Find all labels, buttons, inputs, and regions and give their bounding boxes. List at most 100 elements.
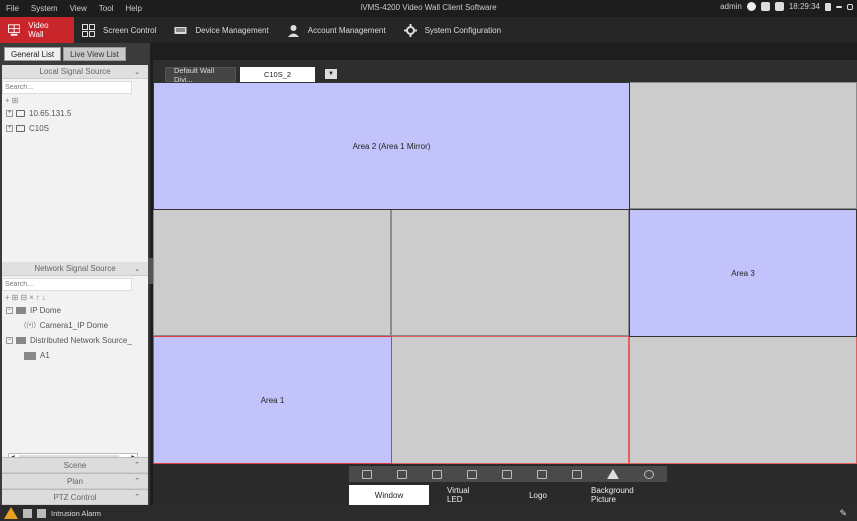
device-icon: [16, 110, 25, 117]
layer-down-icon[interactable]: [501, 469, 512, 479]
area-2[interactable]: Area 2 (Area 1 Mirror): [153, 82, 630, 210]
tree-item-local-2[interactable]: + C10S: [2, 121, 148, 136]
network-signal-source-header[interactable]: Network Signal Source ⌄: [2, 262, 148, 276]
module-toolbar: Video Wall Screen Control Device Managem…: [0, 17, 857, 43]
tab-c10s-2[interactable]: C10S_2: [240, 67, 315, 82]
event-icon[interactable]: [37, 508, 46, 518]
tab-general-list[interactable]: General List: [4, 47, 62, 61]
device-icon: [16, 125, 25, 132]
area-3[interactable]: Area 3: [629, 209, 857, 337]
dropdown-arrow-icon[interactable]: ▼: [325, 69, 337, 79]
network-tools-row: +⊞⊟×↑↓: [5, 293, 148, 303]
layer-up-icon[interactable]: [466, 469, 477, 479]
pin-icon[interactable]: ✎: [839, 508, 847, 519]
globe-icon[interactable]: [746, 2, 756, 11]
module-label: Device Management: [195, 25, 269, 35]
chevron-down-icon[interactable]: ⌄: [134, 68, 140, 76]
module-screen-control[interactable]: Screen Control: [74, 17, 166, 43]
tab-logo[interactable]: Logo: [503, 485, 573, 505]
user-name[interactable]: admin: [720, 2, 742, 11]
group-icon[interactable]: ⊞: [12, 96, 21, 105]
chevron-up-icon[interactable]: ⌃: [134, 477, 140, 485]
menu-system[interactable]: System: [31, 4, 58, 13]
expand-icon[interactable]: +: [6, 125, 13, 132]
folder-icon: [16, 307, 26, 314]
device-management-icon: [174, 26, 187, 34]
add-icon[interactable]: +: [5, 96, 12, 105]
area-1[interactable]: Area 1: [153, 336, 392, 464]
expand-icon[interactable]: +: [6, 110, 13, 117]
chevron-up-icon[interactable]: ⌃: [134, 493, 140, 501]
video-wall-canvas[interactable]: Area 2 (Area 1 Mirror) Area 3 Area 1: [153, 82, 857, 464]
delete-icon[interactable]: ×: [29, 293, 36, 302]
chevron-up-icon[interactable]: ⌃: [134, 461, 140, 469]
fullscreen-icon[interactable]: [572, 469, 583, 479]
menu-help[interactable]: Help: [125, 4, 141, 13]
local-signal-source-header[interactable]: Local Signal Source ⌄: [2, 65, 148, 79]
wall-cell[interactable]: [629, 82, 857, 209]
menu-file[interactable]: File: [6, 4, 19, 13]
module-label: Account Management: [307, 25, 386, 35]
copy-window-icon[interactable]: [431, 469, 442, 479]
module-video-wall[interactable]: Video Wall: [0, 17, 74, 43]
tree-item-label: A1: [40, 351, 50, 360]
add-icon[interactable]: +: [5, 293, 12, 302]
tree-item-local-1[interactable]: + 10.65.131.5: [2, 106, 148, 121]
status-bar: Intrusion Alarm ✎: [0, 505, 857, 521]
section-title: Local Signal Source: [39, 67, 111, 76]
collapse-icon[interactable]: −: [6, 307, 13, 314]
wall-tabs: Default Wall Divi... C10S_2 ▼: [153, 60, 857, 84]
refresh-icon[interactable]: [644, 469, 655, 479]
tab-background-picture[interactable]: Background Picture: [573, 485, 669, 505]
account-icon: [287, 24, 299, 37]
ptz-control-header[interactable]: PTZ Control ⌃: [2, 489, 148, 505]
tree-item-label: IP Dome: [30, 306, 61, 315]
open-window-icon[interactable]: [361, 469, 372, 479]
camera-status-icon[interactable]: [760, 2, 770, 11]
chevron-down-icon[interactable]: ⌄: [134, 265, 140, 273]
tree-item-a1[interactable]: A1: [2, 348, 148, 363]
area-label: Area 1: [260, 395, 285, 405]
calendar-icon: [774, 2, 784, 11]
wall-cell[interactable]: [153, 209, 391, 336]
collapse-icon[interactable]: −: [6, 337, 13, 344]
area-label: Area 2 (Area 1 Mirror): [352, 141, 431, 151]
local-search-input[interactable]: [2, 81, 132, 94]
module-device-management[interactable]: Device Management: [166, 17, 278, 43]
menu-view[interactable]: View: [70, 4, 87, 13]
alarm-log-icon[interactable]: [23, 508, 32, 518]
wall-cell[interactable]: [629, 336, 857, 464]
maximize-icon[interactable]: [847, 3, 853, 10]
menu-tool[interactable]: Tool: [99, 4, 114, 13]
lock-icon[interactable]: [825, 2, 831, 11]
roaming-icon[interactable]: [396, 469, 407, 479]
left-panel-tabs: General List Live View List: [0, 43, 150, 61]
module-label: System Configuration: [424, 25, 502, 35]
tab-default-wall[interactable]: Default Wall Divi...: [165, 66, 236, 84]
tree-item-camera1[interactable]: ((•)) Camera1_IP Dome: [2, 318, 148, 333]
tree-item-distributed-source[interactable]: − Distributed Network Source_: [2, 333, 148, 348]
alarm-warning-icon[interactable]: [4, 507, 18, 519]
split-icon[interactable]: [537, 469, 548, 479]
module-system-configuration[interactable]: System Configuration: [396, 17, 511, 43]
section-title: Scene: [63, 460, 87, 470]
wall-cell[interactable]: [391, 209, 629, 336]
module-account-management[interactable]: Account Management: [279, 17, 396, 43]
tab-live-view-list[interactable]: Live View List: [63, 47, 126, 61]
section-title: Network Signal Source: [34, 264, 116, 273]
warning-icon[interactable]: [607, 469, 620, 479]
screen-control-icon: [82, 23, 95, 37]
network-search-input[interactable]: [2, 278, 132, 291]
plan-header[interactable]: Plan ⌃: [2, 473, 148, 489]
group-icon[interactable]: ⊟: [20, 293, 29, 302]
scene-header[interactable]: Scene ⌃: [2, 457, 148, 473]
down-icon[interactable]: ↓: [42, 293, 48, 302]
wall-tool-icons: [349, 466, 667, 482]
tab-virtual-led[interactable]: Virtual LED: [429, 485, 503, 505]
wall-cell[interactable]: [391, 336, 629, 464]
tree-item-ip-dome[interactable]: − IP Dome: [2, 303, 148, 318]
left-panel: General List Live View List Local Signal…: [0, 43, 150, 505]
minimize-icon[interactable]: [836, 5, 842, 8]
tab-window[interactable]: Window: [349, 485, 429, 505]
wall-toolbar: Window Virtual LED Logo Background Pictu…: [153, 464, 857, 505]
